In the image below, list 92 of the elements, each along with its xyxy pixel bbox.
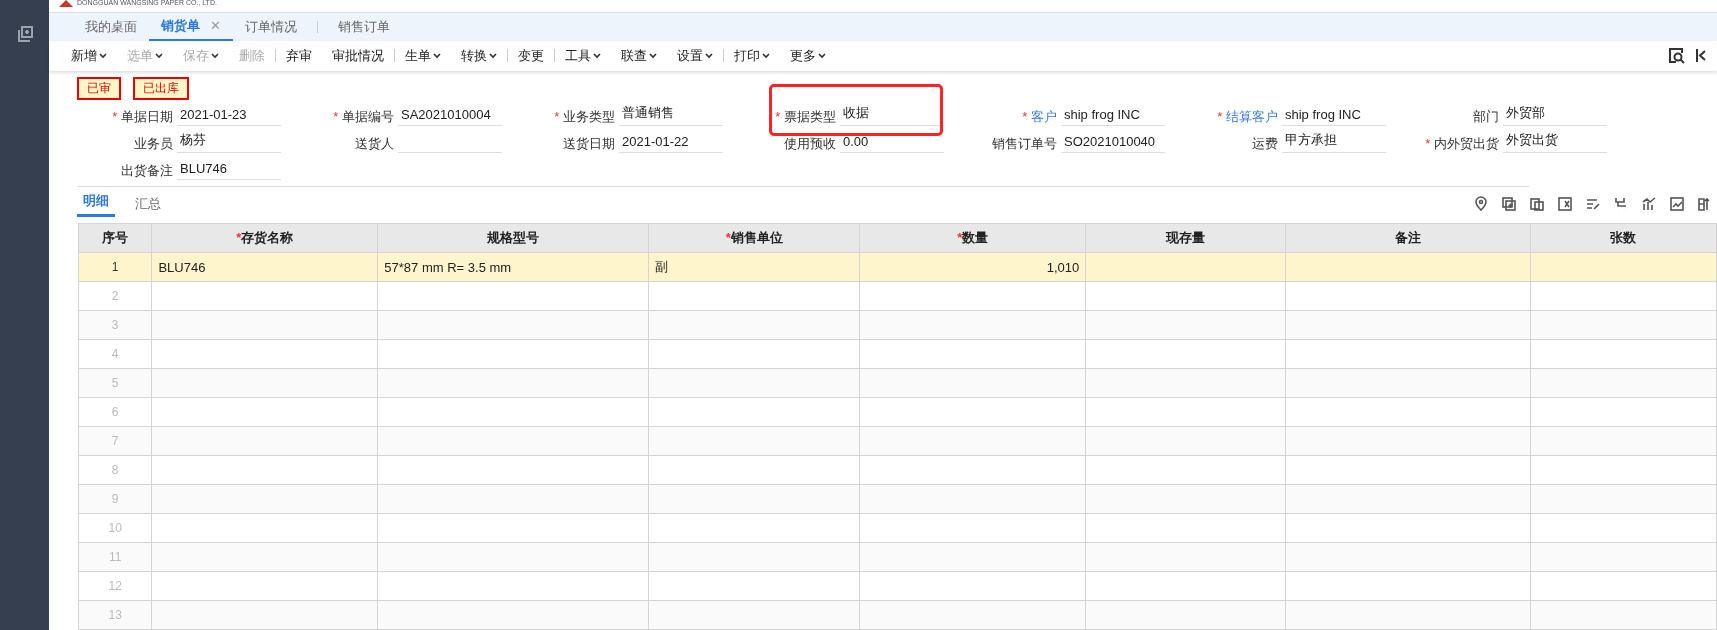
column-header[interactable]: *销售单位 [648, 223, 860, 253]
field-input[interactable]: 2021-01-22 [619, 134, 723, 154]
row-number: 8 [78, 455, 152, 485]
row-number: 12 [78, 571, 152, 601]
column-header[interactable]: *数量 [859, 223, 1086, 253]
toolbar-button[interactable]: 更多 [780, 46, 836, 65]
field-input[interactable]: SA2021010004 [398, 107, 502, 127]
add-copy-icon[interactable] [1501, 196, 1517, 213]
field-label: 出货备注 [120, 162, 174, 181]
chevron-down-icon [593, 52, 601, 59]
chevron-down-icon [99, 52, 107, 59]
chart-icon[interactable] [1669, 196, 1685, 213]
chevron-down-icon [705, 52, 713, 59]
field-input[interactable]: 外贸出货 [1503, 131, 1607, 154]
field-input[interactable]: 收据 [840, 104, 944, 127]
toolbar-button[interactable]: 转换 [451, 46, 507, 65]
column-header[interactable]: 序号 [78, 223, 152, 253]
field-label: 销售订单号 [991, 135, 1058, 154]
table-cell: 副 [648, 252, 860, 282]
row-number: 2 [78, 281, 152, 311]
chevron-down-icon [762, 52, 770, 59]
column-header[interactable]: *存货名称 [151, 223, 378, 253]
paste-icon[interactable] [1529, 196, 1545, 213]
toolbar-button[interactable]: 审批情况 [322, 46, 394, 65]
toolbar-button[interactable]: 工具 [555, 46, 611, 65]
field-label: 部门 [1472, 108, 1500, 127]
chevron-down-icon [211, 52, 219, 59]
toolbar-button[interactable]: 打印 [724, 46, 780, 65]
row-number: 10 [78, 513, 152, 543]
field-label: * 单据编号 [332, 108, 395, 127]
toolbar-button[interactable]: 变更 [508, 46, 554, 65]
detail-tab[interactable]: 汇总 [129, 195, 167, 217]
column-header[interactable]: 张数 [1530, 223, 1717, 253]
field-label: * 业务类型 [553, 108, 616, 127]
row-number: 1 [78, 252, 152, 282]
collapse-icon[interactable] [1695, 47, 1707, 65]
table-cell: 57*87 mm R= 3.5 mm [377, 252, 649, 282]
page-tab[interactable]: 订单情况 [232, 12, 309, 41]
field-label: 送货日期 [562, 135, 616, 154]
row-number: 5 [78, 368, 152, 398]
field-input[interactable]: 普通销售 [619, 104, 723, 127]
row-number: 3 [78, 310, 152, 340]
toolbar-button[interactable]: 生单 [395, 46, 451, 65]
page-tab[interactable]: 我的桌面 [73, 12, 149, 41]
field-label: 业务员 [133, 135, 174, 154]
toolbar-button[interactable]: 设置 [667, 46, 723, 65]
field-label: * 票据类型 [774, 108, 837, 127]
column-header[interactable]: 现存量 [1085, 223, 1286, 253]
field-input[interactable]: 外贸部 [1503, 104, 1607, 127]
row-number: 11 [78, 542, 152, 572]
chevron-down-icon [155, 52, 163, 59]
field-input[interactable]: 2021-01-23 [177, 107, 281, 127]
toolbar-button[interactable]: 联查 [611, 46, 667, 65]
chevron-down-icon [649, 52, 657, 59]
row-number: 6 [78, 397, 152, 427]
page-tab[interactable]: 销售订单 [325, 12, 402, 41]
location-pin-icon[interactable] [1473, 196, 1489, 213]
chevron-down-icon [489, 52, 497, 59]
chevron-down-icon [818, 52, 826, 59]
field-input[interactable]: BLU746 [177, 161, 281, 181]
field-input[interactable]: 甲方承担 [1282, 131, 1386, 154]
chevron-down-icon [433, 52, 441, 59]
table-cell: 1,010 [859, 252, 1086, 282]
column-header[interactable]: 规格型号 [377, 223, 649, 253]
bar-chart-icon[interactable] [1641, 196, 1657, 213]
row-number: 13 [78, 600, 152, 630]
field-input[interactable]: ship frog INC [1282, 107, 1386, 127]
row-number: 4 [78, 339, 152, 369]
toolbar-button[interactable]: 新增 [61, 46, 117, 65]
toolbar-button[interactable]: 弃审 [276, 46, 322, 65]
delete-box-icon[interactable] [1557, 196, 1573, 213]
field-label: 送货人 [354, 135, 395, 154]
field-label[interactable]: * 结算客户 [1182, 108, 1282, 127]
field-label: * 单据日期 [111, 108, 174, 127]
logo-icon [59, 0, 73, 7]
field-label: 使用预收 [783, 135, 837, 154]
field-input[interactable]: ship frog INC [1061, 107, 1165, 127]
table-cell: BLU746 [151, 252, 378, 282]
field-label[interactable]: * 客户 [961, 108, 1061, 127]
status-badge: 已出库 [133, 76, 189, 100]
page-tab[interactable]: 销货单 ✕ [149, 12, 233, 41]
field-input[interactable]: 杨芬 [177, 131, 281, 154]
status-badge: 已审 [77, 76, 121, 100]
field-input[interactable]: 0.00 [840, 134, 944, 154]
field-label: * 内外贸出货 [1424, 135, 1500, 154]
column-header[interactable]: 备注 [1285, 223, 1531, 253]
row-number: 9 [78, 484, 152, 514]
field-input[interactable]: SO2021010040 [1061, 134, 1165, 154]
row-number: 7 [78, 426, 152, 456]
search-icon[interactable] [1668, 47, 1685, 65]
field-label: 运费 [1251, 135, 1279, 154]
detail-tab[interactable]: 明细 [77, 192, 115, 217]
